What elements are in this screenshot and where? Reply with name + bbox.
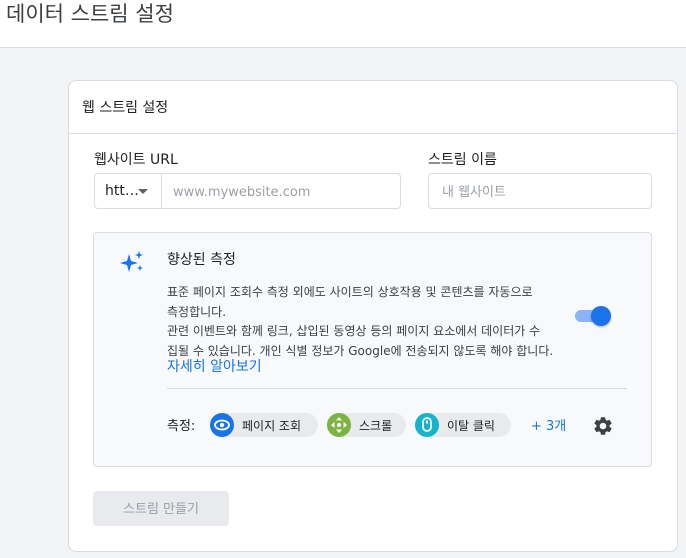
web-stream-setup-card: 웹 스트림 설정 웹사이트 URL htt… 스트림 이름 향상된 측정 표준 … — [68, 80, 678, 552]
sparkle-icon — [120, 251, 143, 272]
measure-label: 측정: — [167, 419, 196, 434]
learn-more-link[interactable]: 자세히 알아보기 — [167, 356, 262, 376]
mouse-icon — [415, 413, 439, 437]
chip-scroll[interactable]: 스크롤 — [327, 413, 406, 437]
description-line: 측정합니다. — [167, 304, 227, 319]
website-url-field: htt… — [94, 173, 401, 209]
chip-label: 스크롤 — [359, 419, 393, 433]
chip-label: 이탈 클릭 — [447, 419, 495, 433]
chip-page-view[interactable]: 페이지 조회 — [210, 413, 318, 437]
enhanced-measurement-title: 향상된 측정 — [167, 252, 236, 268]
protocol-value: htt… — [105, 183, 139, 199]
create-stream-button[interactable]: 스트림 만들기 — [93, 491, 229, 526]
stream-name-input[interactable] — [440, 182, 644, 202]
stream-name-label: 스트림 이름 — [428, 152, 497, 168]
eye-icon — [210, 413, 234, 437]
scroll-icon — [327, 413, 351, 437]
more-measurements-link[interactable]: + 3개 — [531, 415, 566, 434]
enhanced-measurement-panel: 향상된 측정 표준 페이지 조회수 측정 외에도 사이트의 상호작용 및 콘텐츠… — [93, 232, 652, 467]
stream-name-field — [428, 173, 652, 209]
card-title: 웹 스트림 설정 — [82, 100, 169, 116]
card-header: 웹 스트림 설정 — [69, 81, 677, 134]
enhanced-measurement-description: 표준 페이지 조회수 측정 외에도 사이트의 상호작용 및 콘텐츠를 자동으로 … — [167, 283, 575, 361]
gear-icon[interactable] — [592, 415, 614, 437]
enhanced-measurement-toggle[interactable] — [575, 304, 611, 326]
page-title: 데이터 스트림 설정 — [6, 2, 174, 26]
website-url-input[interactable] — [171, 182, 395, 202]
toggle-knob — [591, 306, 611, 326]
chip-label: 페이지 조회 — [242, 419, 302, 433]
website-url-label: 웹사이트 URL — [94, 152, 178, 168]
protocol-dropdown[interactable]: htt… — [95, 174, 162, 208]
chip-outbound-click[interactable]: 이탈 클릭 — [415, 413, 511, 437]
description-line: 관련 이벤트와 함께 링크, 삽입된 동영상 등의 페이지 요소에서 데이터가 … — [167, 324, 541, 338]
chevron-down-icon — [138, 189, 148, 194]
top-bar: 데이터 스트림 설정 — [0, 0, 686, 48]
divider — [167, 388, 627, 389]
description-line: 표준 페이지 조회수 측정 외에도 사이트의 상호작용 및 콘텐츠를 자동으로 — [167, 285, 533, 299]
